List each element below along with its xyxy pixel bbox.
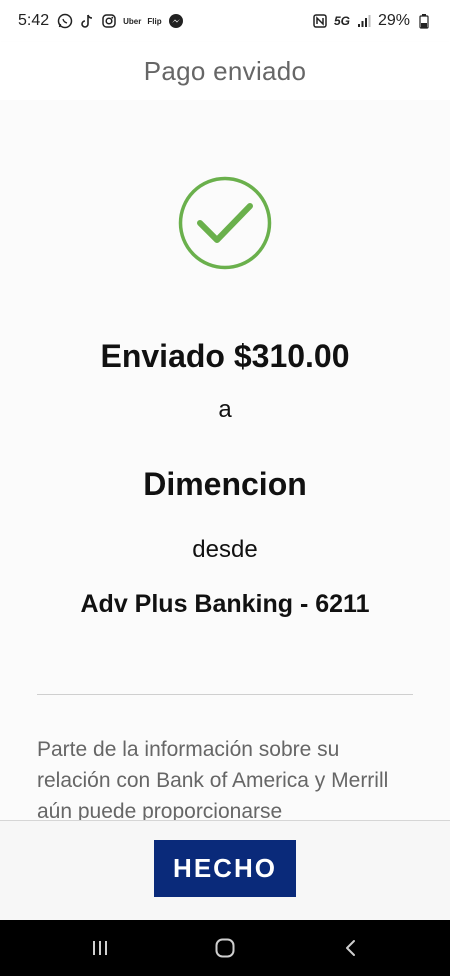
tiktok-icon [79,13,95,29]
source-account: Adv Plus Banking - 6211 [80,590,370,618]
messenger-icon [168,13,184,29]
page-title: Pago enviado [143,55,307,86]
action-area: HECHO [0,820,450,920]
payee-name: Dimencion [143,466,307,502]
status-time: 5:42 [18,12,50,29]
done-button[interactable]: HECHO [154,840,296,897]
whatsapp-icon [57,13,73,29]
nfc-icon [312,13,328,29]
recent-apps-icon[interactable] [86,934,114,962]
status-right: 5G 29% [312,12,432,30]
status-bar: 5:42 Uber Flip 5G 29% [0,0,450,42]
system-nav-bar [0,920,450,976]
instagram-icon [101,13,117,29]
home-icon[interactable] [211,934,239,962]
signal-icon [356,13,372,29]
from-label: desde [192,536,258,563]
flip-icon: Flip [147,16,162,26]
confirmation-content: Enviado $310.00 a Dimencion desde Adv Pl… [0,100,450,820]
battery-percent: 29% [377,12,410,29]
network-type: 5G [333,14,350,28]
status-left: 5:42 Uber Flip [18,12,184,30]
battery-icon [416,13,432,29]
screen: 5:42 Uber Flip 5G 29% Pago enviado Envia… [0,0,450,976]
divider [37,694,413,695]
disclaimer-text: Parte de la información sobre su relació… [37,738,389,820]
success-check-icon [178,176,272,270]
amount-sent: Enviado $310.00 [100,338,350,374]
app-header: Pago enviado [0,42,450,100]
uber-icon: Uber [123,16,142,26]
back-icon[interactable] [337,934,365,962]
to-label: a [218,396,232,423]
